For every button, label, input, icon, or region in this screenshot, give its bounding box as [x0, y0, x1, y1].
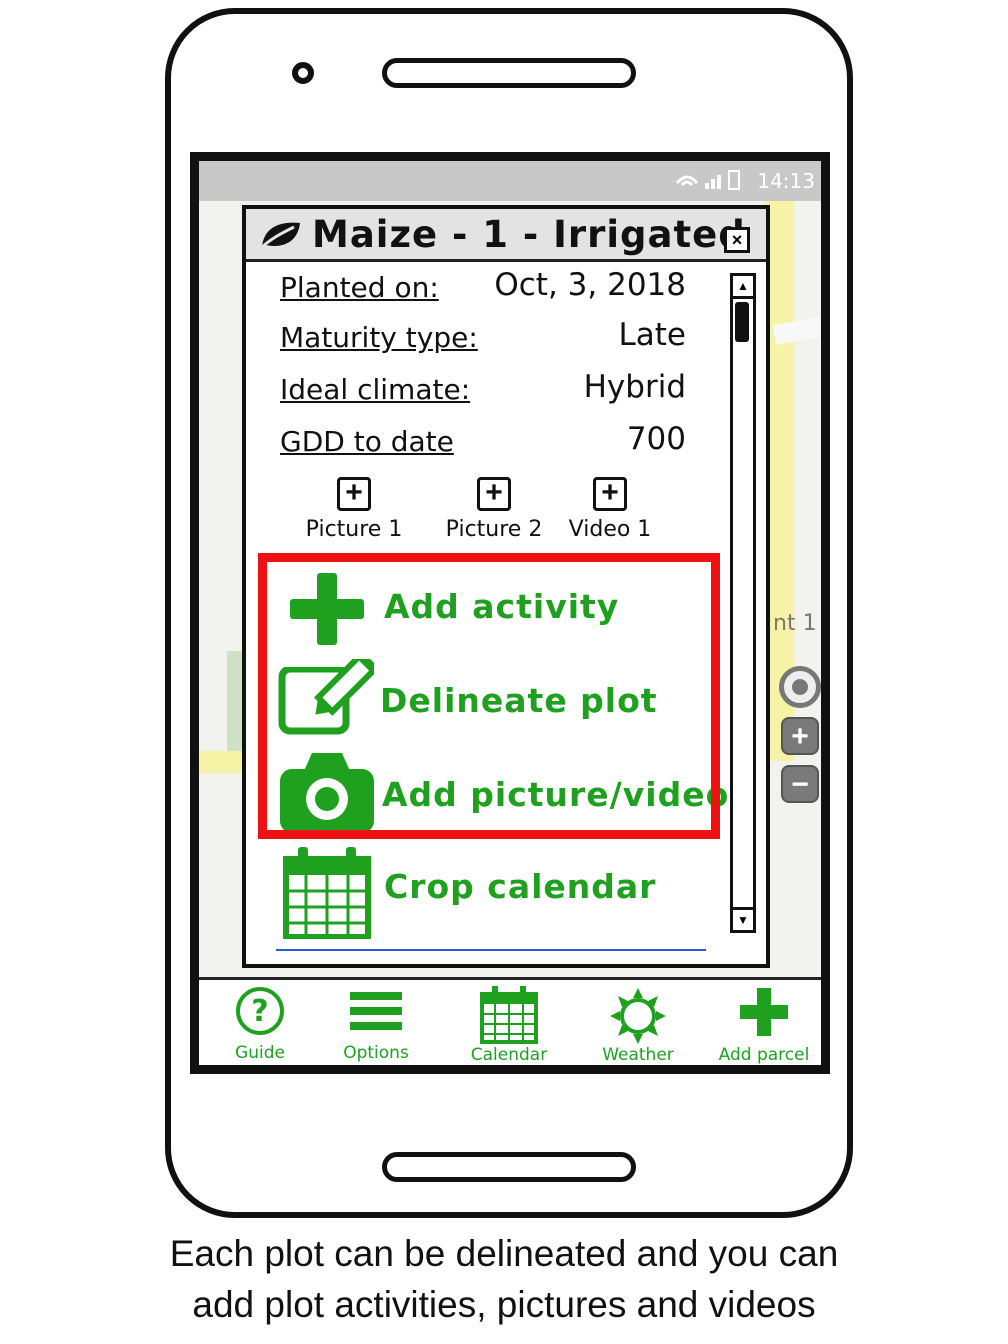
- nav-add-parcel-label: Add parcel: [718, 1045, 810, 1065]
- nav-guide[interactable]: ? Guide: [205, 986, 315, 1063]
- video-1-label: Video 1: [568, 517, 652, 542]
- nav-add-parcel[interactable]: Add parcel: [709, 986, 819, 1065]
- nav-options-label: Options: [343, 1043, 409, 1063]
- planted-on-value: Oct, 3, 2018: [494, 267, 686, 303]
- calendar-icon: [283, 847, 371, 939]
- svg-text:?: ?: [251, 994, 268, 1029]
- picture-1-label: Picture 1: [305, 517, 403, 542]
- maturity-type-label: Maturity type:: [280, 321, 478, 354]
- phone-speaker: [382, 58, 636, 88]
- picture-2-button[interactable]: + Picture 2: [434, 477, 554, 542]
- menu-icon: [350, 992, 402, 1030]
- section-divider: [276, 949, 706, 951]
- picture-2-label: Picture 2: [445, 517, 543, 542]
- locate-icon[interactable]: [779, 666, 821, 708]
- front-camera: [292, 62, 314, 84]
- crop-calendar-button[interactable]: Crop calendar: [276, 845, 716, 941]
- picture-1-button[interactable]: + Picture 1: [294, 477, 414, 542]
- maturity-type-value: Late: [618, 317, 687, 353]
- leaf-icon: [258, 222, 300, 251]
- caption: Each plot can be delineated and you can …: [0, 1228, 1008, 1330]
- ideal-climate-value: Hybrid: [583, 369, 686, 405]
- dialog-header: Maize - 1 - Irrigated ×: [246, 209, 766, 262]
- nav-options[interactable]: Options: [321, 986, 431, 1063]
- scroll-down-icon[interactable]: ▼: [733, 907, 753, 930]
- scroll-up-icon[interactable]: ▲: [733, 276, 753, 299]
- gdd-to-date-label: GDD to date: [280, 425, 454, 458]
- gdd-to-date-value: 700: [626, 421, 686, 457]
- map-place-label: nt 1: [773, 611, 817, 636]
- status-time: 14:13: [757, 169, 815, 193]
- planted-on-label: Planted on:: [280, 271, 439, 304]
- nav-weather-label: Weather: [602, 1045, 674, 1065]
- ideal-climate-label: Ideal climate:: [280, 373, 471, 406]
- help-icon: ?: [236, 987, 284, 1035]
- nav-calendar[interactable]: Calendar: [454, 986, 564, 1065]
- dialog-title: Maize - 1 - Irrigated: [312, 213, 746, 256]
- bottom-nav: ? Guide Options Calendar Weather Add par…: [199, 977, 821, 1065]
- nav-guide-label: Guide: [235, 1043, 285, 1063]
- plus-icon: [740, 988, 788, 1036]
- sun-icon: [610, 988, 666, 1044]
- zoom-in-icon[interactable]: +: [781, 717, 819, 755]
- calendar-icon: [480, 986, 538, 1044]
- scroll-thumb[interactable]: [735, 302, 749, 342]
- home-button[interactable]: [382, 1152, 636, 1182]
- highlight-box: [258, 553, 720, 839]
- zoom-out-icon[interactable]: −: [781, 765, 819, 803]
- close-icon[interactable]: ×: [724, 227, 750, 253]
- signal-icon: [673, 169, 743, 196]
- add-box-icon: +: [337, 477, 371, 511]
- caption-line-2: add plot activities, pictures and videos: [192, 1284, 816, 1325]
- status-bar: 14:13: [199, 161, 821, 201]
- caption-line-1: Each plot can be delineated and you can: [169, 1233, 839, 1274]
- video-1-button[interactable]: + Video 1: [550, 477, 670, 542]
- crop-calendar-label: Crop calendar: [384, 867, 657, 906]
- add-box-icon: +: [593, 477, 627, 511]
- add-box-icon: +: [477, 477, 511, 511]
- nav-weather[interactable]: Weather: [583, 986, 693, 1065]
- dialog-scrollbar[interactable]: ▲ ▼: [730, 273, 756, 933]
- nav-calendar-label: Calendar: [470, 1045, 548, 1065]
